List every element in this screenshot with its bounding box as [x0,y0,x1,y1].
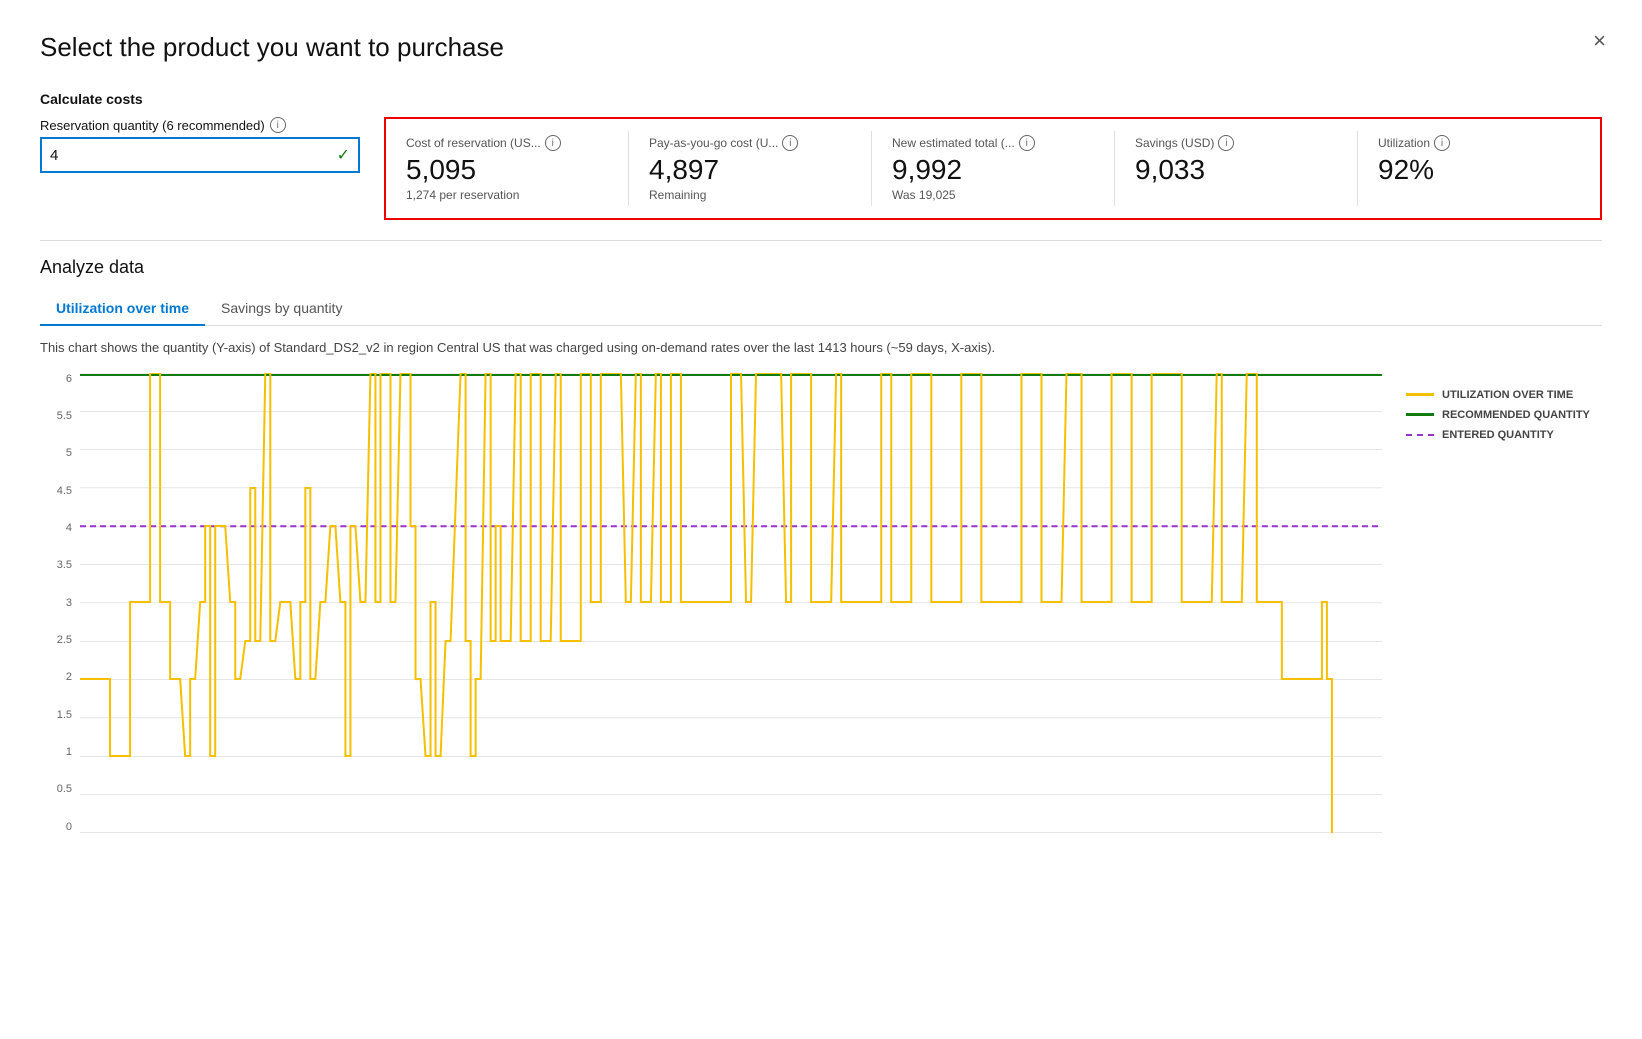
y-axis-label: 3.5 [57,559,72,571]
y-axis-label: 1 [66,746,72,758]
metric-item-4: Utilization i 92% [1358,131,1600,206]
calculate-label: Calculate costs [40,91,1602,107]
y-axis-label: 2 [66,671,72,683]
y-axis-label: 0.5 [57,783,72,795]
legend-color-utilization [1406,393,1434,396]
metric-info-icon-0[interactable]: i [545,135,561,151]
analyze-title: Analyze data [40,257,1602,278]
legend-color-recommended [1406,413,1434,416]
metrics-box: Cost of reservation (US... i 5,095 1,274… [384,117,1602,220]
y-axis-label: 5.5 [57,410,72,422]
input-label: Reservation quantity (6 recommended) i [40,117,360,133]
metric-value-0: 5,095 [406,155,608,186]
chart-description: This chart shows the quantity (Y-axis) o… [40,340,1602,355]
tab-savings-by-quantity[interactable]: Savings by quantity [205,292,358,326]
metric-header-3: Savings (USD) i [1135,135,1337,151]
y-axis-label: 3 [66,597,72,609]
tab-bar: Utilization over time Savings by quantit… [40,292,1602,326]
page-title: Select the product you want to purchase [40,32,1602,63]
metric-item-0: Cost of reservation (US... i 5,095 1,274… [386,131,629,206]
metric-value-2: 9,992 [892,155,1094,186]
metric-item-1: Pay-as-you-go cost (U... i 4,897 Remaini… [629,131,872,206]
metric-item-2: New estimated total (... i 9,992 Was 19,… [872,131,1115,206]
metric-header-4: Utilization i [1378,135,1580,151]
calculate-section: Calculate costs Reservation quantity (6 … [40,91,1602,220]
metric-value-3: 9,033 [1135,155,1337,186]
metric-sub-1: Remaining [649,188,851,202]
metric-header-1: Pay-as-you-go cost (U... i [649,135,851,151]
legend-label-utilization: UTILIZATION OVER TIME [1442,389,1573,401]
y-axis-label: 1.5 [57,709,72,721]
quantity-input-wrapper: ✓ [40,137,360,173]
legend-label-entered: ENTERED QUANTITY [1442,429,1554,441]
y-axis-label: 4 [66,522,72,534]
metric-item-3: Savings (USD) i 9,033 [1115,131,1358,206]
legend-label-recommended: RECOMMENDED QUANTITY [1442,409,1590,421]
metric-info-icon-3[interactable]: i [1218,135,1234,151]
check-icon: ✓ [337,145,350,165]
input-row: Reservation quantity (6 recommended) i ✓… [40,117,1602,220]
reservation-qty-info-icon[interactable]: i [270,117,286,133]
metric-info-icon-2[interactable]: i [1019,135,1035,151]
y-axis-label: 6 [66,373,72,385]
input-group: Reservation quantity (6 recommended) i ✓ [40,117,360,173]
legend-item-recommended: RECOMMENDED QUANTITY [1406,409,1602,421]
metric-info-icon-1[interactable]: i [782,135,798,151]
chart-svg: Jun 7 Jun 14 Jun 21 Jun 28 Jul 5 Jul 12 … [80,373,1382,833]
legend-item-utilization: UTILIZATION OVER TIME [1406,389,1602,401]
chart-container: Jun 7 Jun 14 Jun 21 Jun 28 Jul 5 Jul 12 … [80,373,1382,833]
legend-item-entered: ENTERED QUANTITY [1406,429,1602,441]
close-button[interactable]: × [1593,28,1606,54]
metric-sub-0: 1,274 per reservation [406,188,608,202]
metric-header-0: Cost of reservation (US... i [406,135,608,151]
quantity-input[interactable] [50,147,337,164]
metric-header-2: New estimated total (... i [892,135,1094,151]
y-axis-label: 2.5 [57,634,72,646]
metric-value-4: 92% [1378,155,1580,186]
legend: UTILIZATION OVER TIME RECOMMENDED QUANTI… [1382,373,1602,833]
chart-area: 6 5.5 5 4.5 4 3.5 3 2.5 2 1.5 1 0.5 0 [40,373,1602,833]
metric-info-icon-4[interactable]: i [1434,135,1450,151]
section-divider [40,240,1602,241]
metric-sub-2: Was 19,025 [892,188,1094,202]
analyze-section: Analyze data Utilization over time Savin… [40,257,1602,833]
tab-utilization-over-time[interactable]: Utilization over time [40,292,205,326]
y-axis-label: 5 [66,447,72,459]
y-axis-label: 0 [66,821,72,833]
legend-color-entered [1406,434,1434,436]
metric-value-1: 4,897 [649,155,851,186]
y-axis: 6 5.5 5 4.5 4 3.5 3 2.5 2 1.5 1 0.5 0 [40,373,80,833]
y-axis-label: 4.5 [57,485,72,497]
